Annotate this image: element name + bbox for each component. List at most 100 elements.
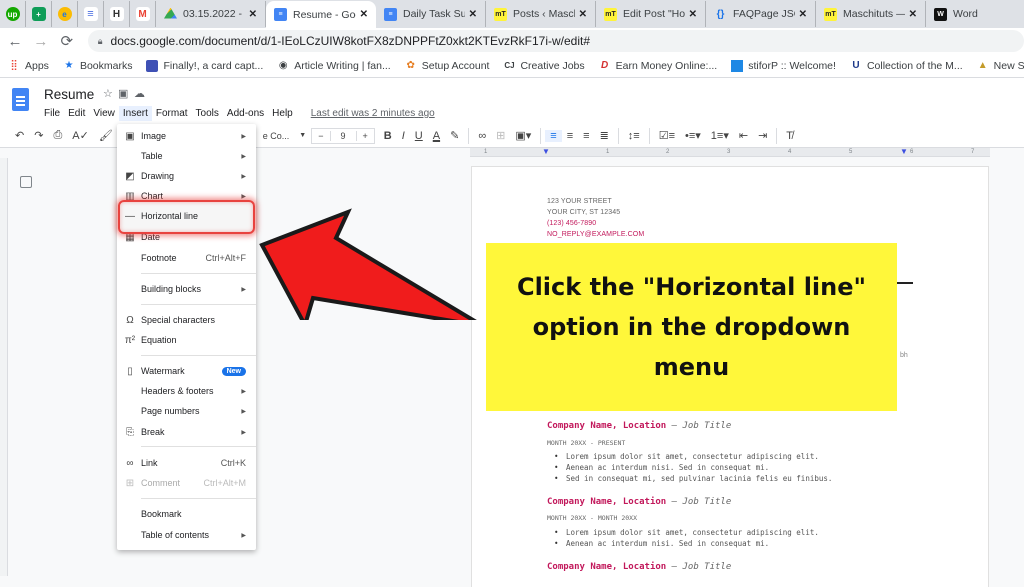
close-tab-icon[interactable]: ✕: [909, 9, 917, 20]
menu-help[interactable]: Help: [268, 106, 297, 121]
pinned-tab-gmail[interactable]: M: [130, 1, 156, 27]
indent-marker-icon[interactable]: ▼: [542, 147, 550, 156]
address-bar[interactable]: 🔒︎ docs.google.com/document/d/1-IEoLCzUI…: [87, 30, 1024, 52]
font-select[interactable]: e Co...: [258, 131, 295, 141]
document-outline-icon[interactable]: [20, 176, 32, 188]
tab-daily-task[interactable]: ≡Daily Task Sum✕: [376, 1, 486, 27]
close-tab-icon[interactable]: ✕: [579, 9, 587, 20]
menu-item-footnote[interactable]: Footnote Ctrl+Alt+F: [117, 248, 256, 268]
pinned-tab-profile[interactable]: e: [52, 1, 78, 27]
bookmark-collection[interactable]: U Collection of the M...: [850, 60, 962, 72]
tab-drive[interactable]: 03.15.2022 - G✕: [156, 1, 266, 27]
bookmark-card-capture[interactable]: Finally!, a card capt...: [146, 59, 263, 72]
bookmark-creative-jobs[interactable]: CJ Creative Jobs: [503, 60, 584, 72]
tab-resume[interactable]: ≡ Resume - Goo ✕: [266, 1, 376, 28]
menu-tools[interactable]: Tools: [192, 106, 223, 121]
menu-edit[interactable]: Edit: [64, 106, 89, 121]
reload-icon[interactable]: ⟳: [56, 32, 78, 50]
menu-item-table-of-contents[interactable]: Table of contents ▶: [117, 525, 256, 545]
align-right-icon[interactable]: ≡: [578, 130, 594, 142]
right-indent-marker-icon[interactable]: ▼: [900, 147, 908, 156]
italic-icon[interactable]: I: [397, 130, 410, 142]
last-edit-link[interactable]: Last edit was 2 minutes ago: [307, 106, 439, 121]
spellcheck-icon[interactable]: A✓: [67, 129, 94, 142]
underline-icon[interactable]: U: [410, 130, 428, 142]
numbered-list-icon[interactable]: 1≡▾: [706, 129, 734, 142]
menu-item-drawing[interactable]: ◩ Drawing ▶: [117, 166, 256, 186]
menu-item-building-blocks[interactable]: Building blocks ▶: [117, 279, 256, 299]
pinned-tab-sheets[interactable]: +: [26, 1, 52, 27]
font-size-input[interactable]: 9: [329, 130, 357, 141]
bookmark-stiforp[interactable]: stiforP :: Welcome!: [731, 59, 836, 72]
menu-item-horizontal-line[interactable]: — Horizontal line: [117, 206, 256, 226]
menu-item-page-numbers[interactable]: Page numbers ▶: [117, 401, 256, 421]
comment-icon[interactable]: ⊞: [491, 129, 510, 142]
menu-add-ons[interactable]: Add-ons: [223, 106, 268, 121]
menu-insert[interactable]: Insert: [118, 106, 152, 121]
back-icon[interactable]: ←: [4, 33, 26, 50]
bookmark-bookmarks[interactable]: ★ Bookmarks: [63, 60, 132, 72]
menu-item-headers-footers[interactable]: Headers & footers ▶: [117, 381, 256, 401]
menu-item-special-characters[interactable]: Ω Special characters: [117, 310, 256, 330]
checklist-icon[interactable]: ☑≡: [654, 129, 680, 142]
redo-icon[interactable]: ↷: [29, 129, 48, 142]
tab-posts[interactable]: mT Posts ‹ Masch ✕: [486, 1, 596, 27]
paint-format-icon[interactable]: 🖌︎: [94, 129, 118, 142]
close-tab-icon[interactable]: ✕: [799, 9, 807, 20]
menu-item-watermark[interactable]: ▯ Watermark New: [117, 361, 256, 381]
pinned-tab-slides[interactable]: ≡: [78, 1, 104, 27]
star-icon[interactable]: ☆: [103, 87, 113, 100]
bold-icon[interactable]: B: [379, 130, 397, 142]
menu-item-image[interactable]: ▣ Image ▶: [117, 126, 256, 146]
move-folder-icon[interactable]: ▣: [118, 87, 128, 100]
forward-icon[interactable]: →: [30, 33, 52, 50]
close-tab-icon[interactable]: ✕: [249, 9, 257, 20]
menu-item-equation[interactable]: π² Equation: [117, 330, 256, 350]
insert-image-icon[interactable]: ▣▾: [510, 129, 536, 142]
menu-item-break[interactable]: ⎘ Break ▶: [117, 422, 256, 442]
tab-faqpage[interactable]: {}FAQPage JSON✕: [706, 1, 816, 27]
chevron-down-icon[interactable]: ▼: [294, 132, 311, 139]
bookmark-apps[interactable]: ⣿ Apps: [8, 60, 49, 72]
close-tab-icon[interactable]: ✕: [689, 9, 697, 20]
menu-format[interactable]: Format: [152, 106, 192, 121]
horizontal-ruler[interactable]: 1 ▼ 1 2 3 4 5 6 ▼ 7: [470, 147, 990, 157]
menu-item-link[interactable]: ∞ Link Ctrl+K: [117, 453, 256, 473]
tab-maschituts[interactable]: mT Maschituts — ✕: [816, 1, 926, 27]
decrease-indent-icon[interactable]: ⇤: [734, 129, 753, 142]
bookmark-earn-money[interactable]: D Earn Money Online:...: [599, 60, 717, 72]
undo-icon[interactable]: ↶: [10, 129, 29, 142]
bulleted-list-icon[interactable]: •≡▾: [680, 129, 706, 142]
increase-indent-icon[interactable]: ⇥: [753, 129, 772, 142]
menu-view[interactable]: View: [89, 106, 119, 121]
docs-logo-icon[interactable]: [12, 88, 29, 111]
text-color-icon[interactable]: A: [428, 130, 445, 142]
bookmark-setup-account[interactable]: ✿ Setup Account: [405, 60, 490, 72]
pinned-tab-upwork[interactable]: up: [0, 1, 26, 27]
tab-edit-post[interactable]: mTEdit Post "How✕: [596, 1, 706, 27]
bookmark-article-writing[interactable]: ◉ Article Writing | fan...: [277, 60, 391, 72]
close-tab-icon[interactable]: ✕: [469, 9, 477, 20]
link-icon[interactable]: ∞: [473, 130, 491, 142]
slides-icon: ≡: [83, 7, 98, 21]
increase-font-size-button[interactable]: +: [357, 131, 374, 141]
align-center-icon[interactable]: ≡: [562, 130, 578, 142]
tab-word[interactable]: W Word: [926, 1, 986, 27]
document-title[interactable]: Resume: [44, 87, 94, 102]
cloud-status-icon[interactable]: ☁: [134, 87, 145, 100]
line-spacing-icon[interactable]: ↕≡: [623, 130, 645, 142]
menu-item-bookmark[interactable]: Bookmark: [117, 504, 256, 524]
close-tab-icon[interactable]: ✕: [360, 9, 368, 20]
print-icon[interactable]: ⎙: [48, 129, 67, 142]
bookmark-new-subscriber[interactable]: ▲New Subscriber | Al...: [977, 60, 1024, 72]
menu-item-table[interactable]: Table ▶: [117, 146, 256, 166]
pinned-tab-h[interactable]: H: [104, 1, 130, 27]
url-text[interactable]: docs.google.com/document/d/1-IEoLCzUIW8k…: [111, 34, 591, 48]
decrease-font-size-button[interactable]: −: [312, 131, 329, 141]
justify-icon[interactable]: ≣: [595, 129, 614, 142]
vertical-ruler[interactable]: [0, 158, 8, 576]
clear-formatting-icon[interactable]: T̸: [781, 130, 798, 142]
highlight-icon[interactable]: ✎: [445, 129, 464, 142]
align-left-icon[interactable]: ≡: [545, 129, 562, 142]
menu-file[interactable]: File: [40, 106, 64, 121]
